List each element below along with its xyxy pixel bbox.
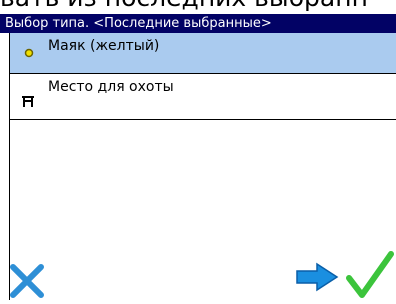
list-item-hunting-spot[interactable]: Место для охоты (10, 74, 396, 120)
list-item-label: Маяк (желтый) (48, 38, 160, 54)
checkmark-icon (346, 251, 394, 298)
type-list: Маяк (желтый) Место для охоты (9, 33, 396, 245)
arrow-right-icon (296, 262, 339, 292)
hunting-stand-icon (22, 96, 34, 107)
next-button[interactable] (293, 262, 341, 292)
yellow-dot-icon (24, 48, 34, 58)
close-x-icon (10, 264, 44, 298)
list-item-beacon[interactable]: Маяк (желтый) (10, 33, 396, 74)
previous-screen-text: вать из последних выбранн (0, 0, 396, 13)
cancel-button[interactable] (8, 262, 46, 300)
list-item-label: Место для охоты (48, 79, 174, 95)
window-title: Выбор типа. <Последние выбранные> (0, 14, 396, 33)
ok-button[interactable] (346, 250, 394, 300)
